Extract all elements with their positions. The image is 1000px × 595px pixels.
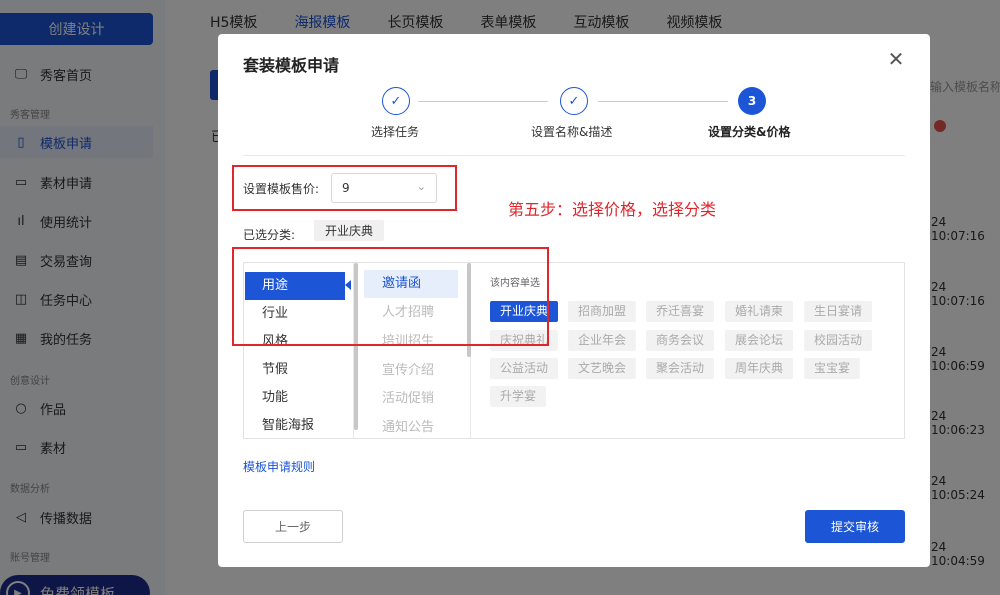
submit-review-button[interactable]: 提交审核	[805, 510, 905, 543]
tag-item[interactable]: 婚礼请柬	[725, 301, 794, 322]
close-icon[interactable]: ✕	[886, 49, 906, 69]
step-connector	[418, 101, 548, 102]
tag-item[interactable]: 校园活动	[804, 330, 873, 351]
step-1-check-icon: ✓	[382, 87, 410, 115]
step-3-number: 3	[738, 87, 766, 115]
subcategory-item[interactable]: 宣传介绍	[364, 357, 458, 385]
annotation-box-category	[232, 247, 549, 346]
annotation-box-price	[232, 165, 457, 211]
selected-category-chip: 开业庆典	[314, 220, 384, 241]
modal-title: 套装模板申请	[243, 56, 340, 75]
tag-item[interactable]: 展会论坛	[725, 330, 794, 351]
rules-link[interactable]: 模板申请规则	[243, 458, 315, 475]
category-item-smart-poster[interactable]: 智能海报	[245, 412, 345, 438]
selected-category-label: 已选分类:	[243, 228, 296, 242]
step-1-label: 选择任务	[371, 125, 420, 139]
step-2-check-icon: ✓	[560, 87, 588, 115]
tag-item[interactable]: 周年庆典	[725, 358, 794, 379]
tag-item[interactable]: 公益活动	[490, 358, 559, 379]
category-item-holiday[interactable]: 节假	[245, 356, 345, 384]
category-item-function[interactable]: 功能	[245, 384, 345, 412]
step-2-label: 设置名称&描述	[531, 125, 613, 139]
tag-item[interactable]: 招商加盟	[568, 301, 637, 322]
tag-item[interactable]: 升学宴	[490, 386, 547, 407]
step-annotation: 第五步：选择价格，选择分类	[508, 200, 717, 219]
divider	[243, 155, 905, 156]
step-3-label: 设置分类&价格	[708, 125, 791, 139]
tag-item[interactable]: 企业年会	[568, 330, 637, 351]
tag-item[interactable]: 生日宴请	[804, 301, 873, 322]
prev-step-button[interactable]: 上一步	[243, 510, 343, 543]
subcategory-item[interactable]: 通知公告	[364, 414, 458, 438]
tag-item[interactable]: 文艺晚会	[568, 358, 637, 379]
tag-item[interactable]: 聚会活动	[646, 358, 715, 379]
tag-item[interactable]: 乔迁喜宴	[646, 301, 715, 322]
tag-item[interactable]: 宝宝宴	[804, 358, 861, 379]
step-connector	[598, 101, 728, 102]
tag-item[interactable]: 商务会议	[646, 330, 715, 351]
subcategory-item[interactable]: 活动促销	[364, 385, 458, 413]
